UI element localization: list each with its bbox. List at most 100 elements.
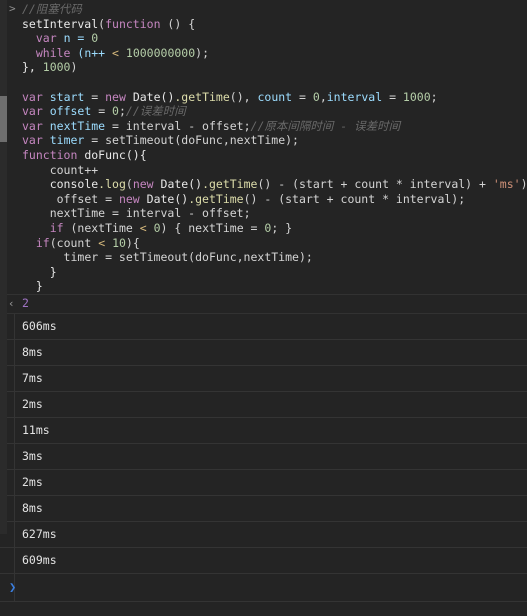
token-semi: ); (195, 45, 210, 60)
token-gettime2: .getTime (202, 177, 258, 192)
log-row[interactable]: 609ms (0, 547, 527, 574)
token-n: n = (56, 31, 92, 46)
token-count-inc: count++ (49, 162, 99, 177)
token-new3: new (118, 191, 140, 206)
code-line-19: } (0, 265, 527, 280)
token-comma: , (319, 89, 327, 104)
token-end: ; } (271, 220, 293, 235)
log-row[interactable]: 3ms (0, 443, 527, 470)
input-prompt-icon: > (9, 2, 16, 15)
token-timer: timer (49, 133, 85, 148)
token-bignum: 1000000000 (125, 45, 196, 60)
log-message: 2ms (22, 396, 43, 411)
token-close-brace3: } (35, 279, 43, 294)
token-close-brace2: } (49, 264, 57, 279)
token-zero3: 0 (112, 104, 119, 119)
log-row[interactable]: 11ms (0, 417, 527, 444)
token-eq: = (84, 89, 106, 104)
token-if2: if (35, 235, 50, 250)
code-line-17: if(count < 10){ (0, 236, 527, 251)
token-offset-assign: offset = (49, 191, 119, 206)
console-input-expression[interactable]: > //阻塞代码 setInterval(function () { var n… (0, 0, 527, 295)
token-expr3: () - (start + count * interval); (243, 191, 466, 206)
token-gettime: .getTime (174, 89, 230, 104)
prompt-caret-icon: ❯ (9, 579, 17, 594)
token-var4: var (22, 133, 43, 148)
token-expr: = interval - offset; (105, 118, 251, 133)
console-scrollbar-track[interactable] (0, 0, 7, 534)
log-row[interactable]: 8ms (0, 339, 527, 366)
log-row[interactable]: 7ms (0, 365, 527, 392)
token-sp (147, 221, 154, 235)
token-sep: (), (229, 89, 258, 104)
code-line-5: }, 1000) (0, 60, 527, 75)
token-timer-assign: timer = setTimeout(doFunc,nextTime); (63, 250, 313, 265)
token-start: start (49, 89, 85, 104)
log-row[interactable]: 2ms (0, 469, 527, 496)
token-close-brace: }, (22, 60, 43, 75)
token-n-inc: (n++ (70, 45, 113, 60)
token-lt: < (112, 45, 119, 60)
token-brace: () { (160, 16, 196, 31)
token-setinterval: setInterval (22, 16, 99, 31)
code-line-2: setInterval(function () { (0, 17, 527, 32)
token-semi2: ; (430, 89, 438, 104)
token-gettime3: .getTime (188, 191, 244, 206)
code-line-16: if (nextTime < 0) { nextTime = 0; } (0, 221, 527, 236)
code-line-1: //阻塞代码 (0, 2, 527, 17)
log-row[interactable]: 2ms (0, 391, 527, 418)
code-comment: //阻塞代码 (22, 2, 82, 16)
console-scrollbar-thumb[interactable] (0, 96, 7, 142)
token-zero: 0 (91, 31, 99, 46)
token-close2: ); (520, 177, 527, 192)
log-message: 609ms (22, 552, 57, 567)
token-cond: (nextTime (63, 220, 140, 235)
log-message: 8ms (22, 500, 43, 515)
token-nexttime-assign: nextTime = interval - offset; (49, 206, 251, 221)
token-semi3: ; (118, 104, 126, 119)
token-zero4: 0 (153, 220, 161, 235)
log-message: 3ms (22, 448, 43, 463)
token-open3: ){ (125, 235, 140, 250)
log-message: 2ms (22, 474, 43, 489)
code-line-4: while (n++ < 1000000000); (0, 46, 527, 61)
token-while: while (35, 45, 71, 60)
token-eq2: = (292, 89, 313, 104)
code-line-14: offset = new Date().getTime() - (start +… (0, 192, 527, 207)
token-new: new (105, 89, 126, 104)
token-1000b: 1000 (402, 89, 431, 104)
return-value: 2 (22, 295, 29, 310)
code-line-11: function doFunc(){ (0, 148, 527, 163)
log-row[interactable]: 8ms (0, 495, 527, 522)
log-row[interactable]: 627ms (0, 521, 527, 548)
token-var3: var (22, 118, 43, 133)
token-eq3: = (382, 89, 403, 104)
console-command-prompt[interactable]: ❯ (0, 573, 527, 602)
token-var: var (35, 31, 57, 46)
token-function: function (105, 16, 161, 31)
devtools-console-panel: > //阻塞代码 setInterval(function () { var n… (0, 0, 527, 616)
token-if: if (49, 220, 64, 235)
code-line-12: count++ (0, 163, 527, 178)
token-body: ) { nextTime = (160, 220, 265, 235)
token-zero2: 0 (312, 89, 320, 104)
console-bottom-filler (0, 601, 527, 616)
token-open: ( (125, 177, 133, 192)
code-line-9: var nextTime = interval - offset;//原本间隔时… (0, 119, 527, 134)
token-eq4: = (91, 104, 113, 119)
code-line-6-blank (0, 75, 527, 90)
token-var: var (22, 89, 43, 104)
token-nexttime: nextTime (49, 118, 106, 133)
token-count: count (257, 89, 293, 104)
code-line-10: var timer = setTimeout(doFunc,nextTime); (0, 133, 527, 148)
console-return-value-row: ‹ 2 (0, 295, 527, 314)
log-row[interactable]: 606ms (0, 313, 527, 340)
code-comment-offset: //误差时间 (125, 104, 186, 119)
code-line-13: console.log(new Date().getTime() - (star… (0, 177, 527, 192)
token-date2: Date() (153, 177, 203, 192)
token-lt2: < (139, 220, 147, 235)
code-line-18: timer = setTimeout(doFunc,nextTime); (0, 250, 527, 265)
token-function2: function (22, 147, 78, 162)
token-ms-string: 'ms' (492, 177, 521, 192)
